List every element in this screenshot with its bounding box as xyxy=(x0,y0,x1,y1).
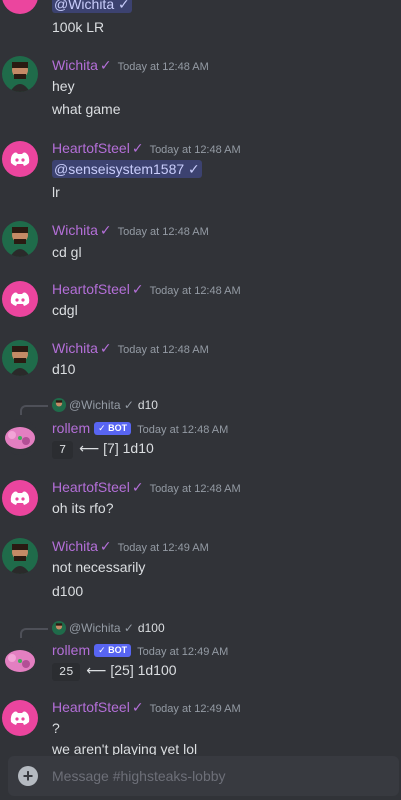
username[interactable]: rollem xyxy=(52,642,90,658)
discord-avatar[interactable] xyxy=(2,0,38,14)
message-text: ? xyxy=(52,720,60,736)
verified-icon: ✓ xyxy=(99,222,112,238)
timestamp: Today at 12:48 AM xyxy=(117,226,209,238)
message-text: what game xyxy=(52,101,121,117)
message-text: d100 xyxy=(52,583,84,599)
message-text: lr xyxy=(52,184,60,200)
user-mention[interactable]: @Wichita ✓ xyxy=(52,0,132,13)
verified-icon: ✓ xyxy=(99,538,112,554)
discord-avatar[interactable] xyxy=(2,281,38,317)
reply-spine xyxy=(20,405,48,415)
message-text: oh its rfo? xyxy=(52,500,114,516)
timestamp: Today at 12:49 AM xyxy=(149,703,241,715)
verified-icon: ✓ xyxy=(131,140,144,156)
message-text: cdgl xyxy=(52,302,78,318)
bot-badge: ✓ BOT xyxy=(94,644,132,657)
message-text: we aren't playing yet lol xyxy=(52,741,198,755)
message-text: hey xyxy=(52,78,75,94)
verified-icon: ✓ xyxy=(131,281,144,297)
username[interactable]: HeartofSteel xyxy=(52,699,130,715)
wichita-avatar[interactable] xyxy=(2,221,38,257)
wichita-avatar[interactable] xyxy=(2,56,38,92)
roll-detail: ⟵ [25] 1d100 xyxy=(86,662,177,678)
message-text: not necessarily xyxy=(52,559,146,575)
username[interactable]: Wichita xyxy=(52,538,98,554)
discord-avatar[interactable] xyxy=(2,480,38,516)
wichita-avatar[interactable] xyxy=(2,538,38,574)
username[interactable]: HeartofSteel xyxy=(52,281,130,297)
discord-icon xyxy=(10,152,30,166)
wichita-avatar xyxy=(52,398,66,412)
message-text: cd gl xyxy=(52,244,82,260)
discord-avatar[interactable] xyxy=(2,700,38,736)
rollem-avatar[interactable] xyxy=(2,419,38,455)
timestamp: Today at 12:49 AM xyxy=(137,646,229,658)
user-mention[interactable]: @senseisystem1587 ✓ xyxy=(52,160,202,178)
wichita-avatar xyxy=(52,621,66,635)
username[interactable]: HeartofSteel xyxy=(52,140,130,156)
username[interactable]: Wichita xyxy=(52,57,98,73)
verified-icon: ✓ xyxy=(99,57,112,73)
timestamp: Today at 12:48 AM xyxy=(149,285,241,297)
reply-spine xyxy=(20,628,48,638)
username[interactable]: Wichita xyxy=(52,340,98,356)
reply-text: d10 xyxy=(137,398,158,412)
dice-result: 7 xyxy=(52,441,74,459)
reply-preview[interactable]: @Wichita ✓ d100 xyxy=(52,621,165,635)
rollem-avatar[interactable] xyxy=(2,642,38,678)
username[interactable]: rollem xyxy=(52,420,90,436)
message-text: d10 xyxy=(52,361,76,377)
timestamp: Today at 12:48 AM xyxy=(149,483,241,495)
wichita-avatar[interactable] xyxy=(2,340,38,376)
verified-icon: ✓ xyxy=(131,699,144,715)
timestamp: Today at 12:48 AM xyxy=(149,144,241,156)
timestamp: Today at 12:48 AM xyxy=(137,424,229,436)
message-composer[interactable]: + Message #highsteaks-lobby xyxy=(8,756,399,796)
verified-icon: ✓ xyxy=(99,340,112,356)
verified-icon: ✓ xyxy=(131,479,144,495)
timestamp: Today at 12:49 AM xyxy=(117,542,209,554)
plus-icon[interactable]: + xyxy=(18,766,38,786)
reply-username: @Wichita ✓ xyxy=(69,621,134,635)
discord-icon xyxy=(10,711,30,725)
reply-text: d100 xyxy=(137,621,165,635)
timestamp: Today at 12:48 AM xyxy=(117,61,209,73)
message-input[interactable]: Message #highsteaks-lobby xyxy=(52,768,226,784)
discord-icon xyxy=(10,491,30,505)
message-list: @Wichita ✓ 100k LR Wichita ✓ Today at 12:4… xyxy=(0,0,401,755)
roll-detail: ⟵ [7] 1d10 xyxy=(79,440,154,456)
timestamp: Today at 12:48 AM xyxy=(117,344,209,356)
discord-icon xyxy=(10,292,30,306)
reply-preview[interactable]: @Wichita ✓ d10 xyxy=(52,398,158,412)
username[interactable]: Wichita xyxy=(52,222,98,238)
bot-badge: ✓ BOT xyxy=(94,422,132,435)
discord-avatar[interactable] xyxy=(2,141,38,177)
dice-result: 25 xyxy=(52,663,81,681)
message-text: 100k LR xyxy=(52,19,105,35)
reply-username: @Wichita ✓ xyxy=(69,398,134,412)
username[interactable]: HeartofSteel xyxy=(52,479,130,495)
